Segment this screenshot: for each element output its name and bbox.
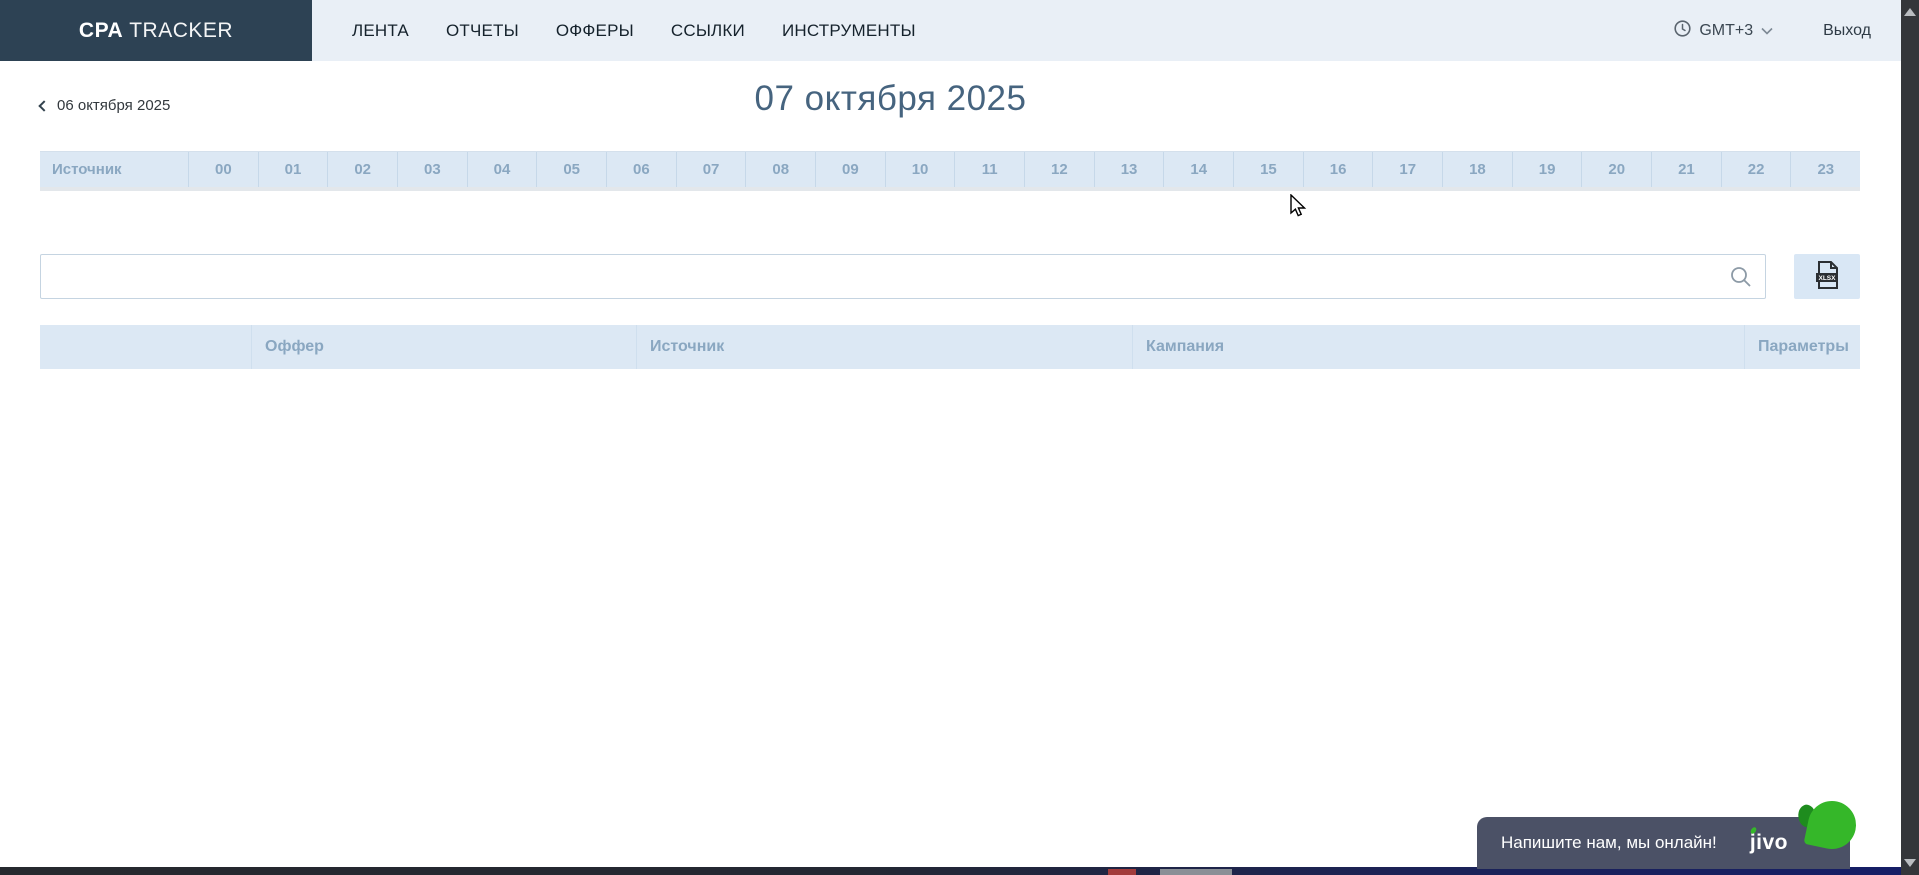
breakdown-col-empty xyxy=(40,325,251,369)
hour-column-header: 11 xyxy=(954,152,1024,187)
breakdown-col-params: Параметры xyxy=(1744,325,1860,369)
chat-message: Напишите нам, мы онлайн! xyxy=(1501,833,1717,853)
nav-item-offers[interactable]: ОФФЕРЫ xyxy=(556,21,634,41)
hour-column-header: 01 xyxy=(258,152,328,187)
hour-column-header: 09 xyxy=(815,152,885,187)
hour-column-header: 22 xyxy=(1721,152,1791,187)
timezone-dropdown[interactable]: GMT+3 xyxy=(1674,20,1773,42)
hour-column-header: 19 xyxy=(1512,152,1582,187)
hour-column-header: 00 xyxy=(188,152,258,187)
chevron-down-icon xyxy=(1761,22,1773,40)
timezone-label: GMT+3 xyxy=(1699,22,1753,40)
main-menu: ЛЕНТА ОТЧЕТЫ ОФФЕРЫ ССЫЛКИ ИНСТРУМЕНТЫ xyxy=(352,0,916,61)
hour-column-header: 06 xyxy=(606,152,676,187)
main-content: 06 октября 2025 07 октября 2025 Источник… xyxy=(0,61,1901,369)
hour-column-header: 21 xyxy=(1651,152,1721,187)
hour-column-header: 03 xyxy=(397,152,467,187)
nav-item-lenta[interactable]: ЛЕНТА xyxy=(352,21,409,41)
date-navigation: 06 октября 2025 07 октября 2025 xyxy=(0,79,1901,151)
hour-column-header: 23 xyxy=(1790,152,1860,187)
navbar-right: GMT+3 Выход xyxy=(1674,0,1901,61)
hour-column-header: 13 xyxy=(1094,152,1164,187)
below-fold-red-block xyxy=(1108,869,1136,875)
search-box xyxy=(40,254,1766,299)
search-input[interactable] xyxy=(41,255,1765,298)
xlsx-file-icon: XLSX xyxy=(1814,261,1840,292)
hour-column-header: 02 xyxy=(327,152,397,187)
clock-icon xyxy=(1674,20,1691,42)
hours-source-column-header: Источник xyxy=(40,152,188,187)
jivo-logo: jivo xyxy=(1750,831,1788,855)
filter-row: XLSX xyxy=(40,254,1860,299)
hourly-stats-header: Источник 0001020304050607080910111213141… xyxy=(40,151,1860,191)
hour-column-header: 17 xyxy=(1372,152,1442,187)
hour-column-header: 18 xyxy=(1442,152,1512,187)
scroll-up-arrow[interactable] xyxy=(1904,8,1916,16)
export-xlsx-button[interactable]: XLSX xyxy=(1794,254,1860,299)
search-icon[interactable] xyxy=(1729,265,1753,294)
svg-text:XLSX: XLSX xyxy=(1819,275,1837,282)
hour-column-header: 07 xyxy=(676,152,746,187)
hour-column-header: 20 xyxy=(1581,152,1651,187)
nav-item-reports[interactable]: ОТЧЕТЫ xyxy=(446,21,519,41)
breakdown-col-source: Источник xyxy=(636,325,1132,369)
breakdown-col-campaign: Кампания xyxy=(1132,325,1744,369)
scroll-down-arrow[interactable] xyxy=(1904,859,1916,867)
page-title: 07 октября 2025 xyxy=(0,79,1781,119)
nav-item-links[interactable]: ССЫЛКИ xyxy=(671,21,745,41)
breakdown-table-header: Оффер Источник Кампания Параметры xyxy=(40,325,1860,369)
breakdown-col-offer: Оффер xyxy=(251,325,636,369)
top-navbar: CPA TRACKER ЛЕНТА ОТЧЕТЫ ОФФЕРЫ ССЫЛКИ И… xyxy=(0,0,1901,61)
hour-column-header: 04 xyxy=(467,152,537,187)
hour-column-header: 05 xyxy=(536,152,606,187)
chat-leaf-icon xyxy=(1804,797,1861,854)
app-logo-light: TRACKER xyxy=(129,19,233,43)
hour-column-header: 16 xyxy=(1303,152,1373,187)
below-fold-gray-block xyxy=(1160,869,1232,875)
hour-column-header: 10 xyxy=(885,152,955,187)
hour-column-header: 15 xyxy=(1233,152,1303,187)
app-logo[interactable]: CPA TRACKER xyxy=(0,0,312,61)
vertical-scrollbar[interactable] xyxy=(1901,0,1919,875)
logout-button[interactable]: Выход xyxy=(1823,22,1871,40)
hour-column-header: 14 xyxy=(1163,152,1233,187)
hour-column-header: 12 xyxy=(1024,152,1094,187)
nav-item-tools[interactable]: ИНСТРУМЕНТЫ xyxy=(782,21,916,41)
chat-widget[interactable]: Напишите нам, мы онлайн! jivo xyxy=(1477,817,1850,869)
hour-column-header: 08 xyxy=(745,152,815,187)
app-logo-bold: CPA xyxy=(79,19,123,43)
